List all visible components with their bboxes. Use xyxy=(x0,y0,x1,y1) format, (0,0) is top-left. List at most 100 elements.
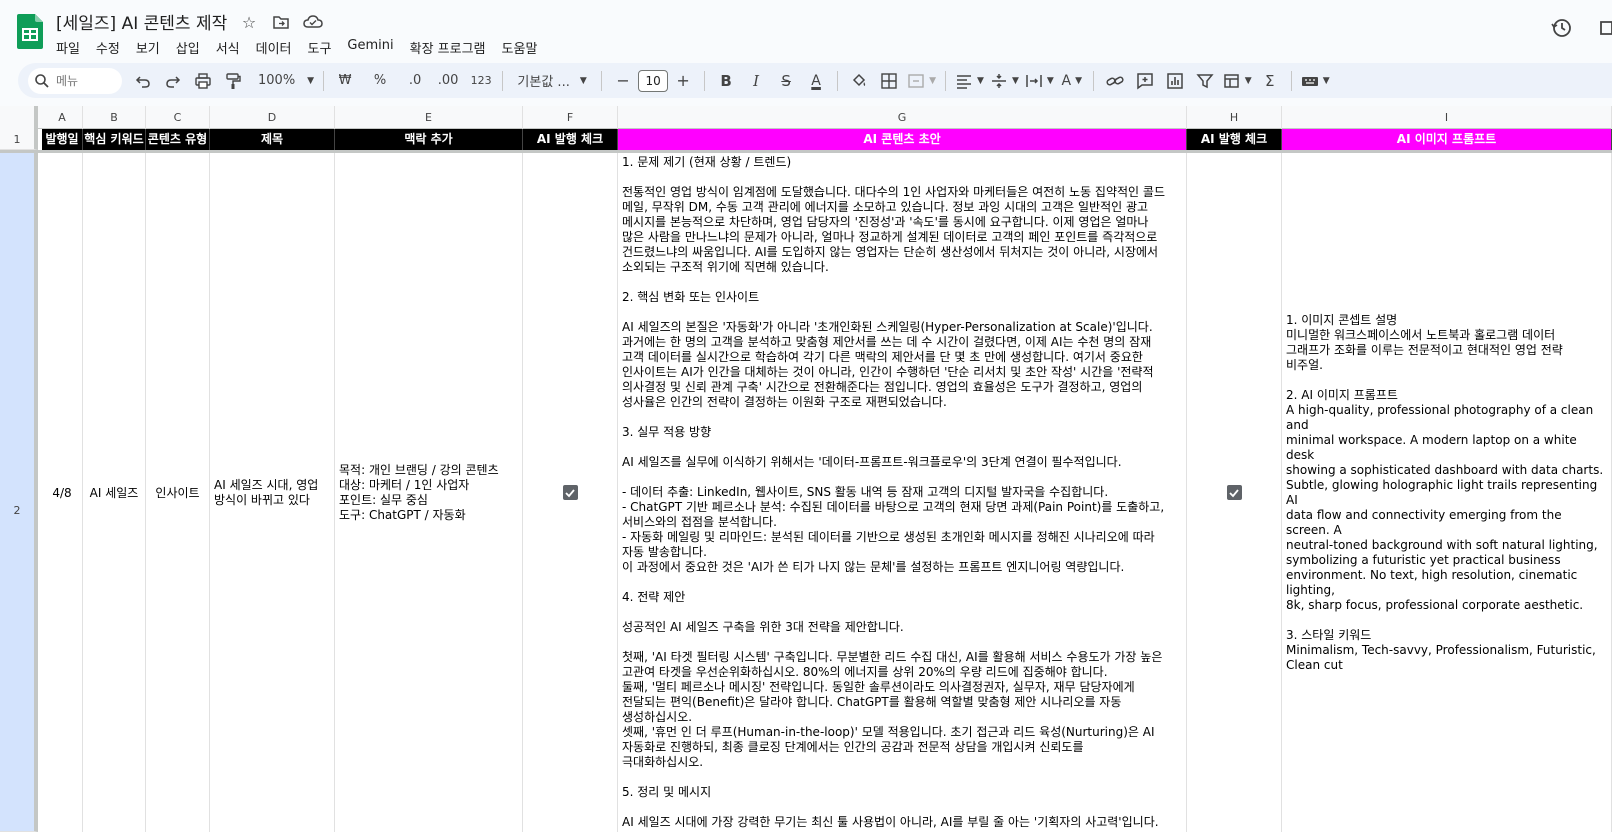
move-folder-icon[interactable] xyxy=(270,11,292,33)
cell-d2[interactable]: AI 세일즈 시대, 영업 방식이 바뀌고 있다 xyxy=(210,153,335,832)
chevron-down-icon: ▼ xyxy=(579,75,587,86)
cell-e2-value: 목적: 개인 브랜딩 / 강의 콘텐츠 대상: 마케터 / 1인 사업자 포인트… xyxy=(339,462,499,522)
font-select[interactable]: 기본값 ... ▼ xyxy=(512,68,592,94)
header-cell-image-prompt[interactable]: AI 이미지 프롬프트 xyxy=(1282,129,1612,150)
column-header-f[interactable]: F xyxy=(523,106,618,129)
menu-edit[interactable]: 수정 xyxy=(88,36,128,59)
currency-format-button[interactable]: ₩ xyxy=(333,68,357,94)
strikethrough-icon[interactable]: S xyxy=(774,68,798,94)
chevron-down-icon: ▼ xyxy=(929,75,937,86)
cell-c2[interactable]: 인사이트 xyxy=(146,153,210,832)
column-header-c[interactable]: C xyxy=(146,106,210,129)
chevron-down-icon: ▼ xyxy=(1046,75,1054,86)
menu-format[interactable]: 서식 xyxy=(208,36,248,59)
cell-a2[interactable]: 4/8 xyxy=(42,153,83,832)
menu-help[interactable]: 도움말 xyxy=(494,36,546,59)
menu-extensions[interactable]: 확장 프로그램 xyxy=(402,36,494,59)
print-icon[interactable] xyxy=(191,68,215,94)
header-cell-keyword[interactable]: 핵심 키워드 xyxy=(83,129,146,150)
document-title[interactable]: [세일즈] AI 콘텐츠 제작 xyxy=(56,9,227,34)
more-formats-button[interactable]: 123 xyxy=(469,68,493,94)
merge-cells-icon[interactable]: ▼ xyxy=(907,68,936,94)
functions-icon[interactable]: Σ xyxy=(1258,68,1282,94)
column-header-b[interactable]: B xyxy=(83,106,146,129)
insert-link-icon[interactable] xyxy=(1103,68,1127,94)
star-icon[interactable]: ☆ xyxy=(238,11,260,33)
menu-tools[interactable]: 도구 xyxy=(300,36,340,59)
bold-icon[interactable]: B xyxy=(714,68,738,94)
divider xyxy=(1092,70,1094,91)
text-wrap-icon[interactable]: ▼ xyxy=(1025,68,1054,94)
comments-icon[interactable] xyxy=(1598,16,1612,40)
menu-file[interactable]: 파일 xyxy=(48,36,88,59)
italic-icon[interactable]: I xyxy=(744,68,768,94)
column-header-h[interactable]: H xyxy=(1187,106,1282,129)
ai-check-checkbox[interactable] xyxy=(562,485,578,500)
cell-f2[interactable] xyxy=(523,153,618,832)
divider xyxy=(502,70,504,91)
decrease-decimal-button[interactable]: .0 xyxy=(403,68,427,94)
vertical-align-icon[interactable]: ▼ xyxy=(990,68,1019,94)
header-cell-context[interactable]: 맥락 추가 xyxy=(335,129,523,150)
menu-search-input[interactable] xyxy=(56,73,106,88)
checkmark-icon xyxy=(565,488,575,497)
menu-gemini[interactable]: Gemini xyxy=(339,36,401,59)
column-header-g[interactable]: G xyxy=(618,106,1187,129)
menu-view[interactable]: 보기 xyxy=(128,36,168,59)
cell-b2[interactable]: AI 세일즈 xyxy=(83,153,146,832)
filter-views-icon[interactable]: ▼ xyxy=(1223,68,1252,94)
menu-insert[interactable]: 삽입 xyxy=(168,36,208,59)
cell-e2[interactable]: 목적: 개인 브랜딩 / 강의 콘텐츠 대상: 마케터 / 1인 사업자 포인트… xyxy=(335,153,523,832)
menu-search[interactable] xyxy=(28,67,122,94)
select-all-corner[interactable] xyxy=(0,106,38,129)
divider xyxy=(945,70,947,91)
row-header-1[interactable]: 1 xyxy=(0,129,38,150)
zoom-select[interactable]: 100% ▼ xyxy=(258,68,314,94)
column-header-d[interactable]: D xyxy=(210,106,335,129)
increase-decimal-button[interactable]: .00 xyxy=(436,68,460,94)
menu-bar: 파일 수정 보기 삽입 서식 데이터 도구 Gemini 확장 프로그램 도움말 xyxy=(48,36,545,59)
filter-icon[interactable] xyxy=(1193,68,1217,94)
checkmark-icon xyxy=(1229,488,1239,497)
cell-h2[interactable] xyxy=(1187,153,1282,832)
sheets-app: [세일즈] AI 콘텐츠 제작 ☆ 파일 수정 보기 삽입 서식 데이터 도구 … xyxy=(0,0,1612,832)
input-tools-icon[interactable]: ▼ xyxy=(1301,68,1330,94)
paint-format-icon[interactable] xyxy=(221,68,245,94)
chevron-down-icon: ▼ xyxy=(977,75,984,86)
header-cell-content-type[interactable]: 콘텐츠 유형 xyxy=(146,129,210,150)
column-header-e[interactable]: E xyxy=(335,106,523,129)
borders-icon[interactable] xyxy=(877,68,901,94)
toolbar: 100% ▼ ₩ % .0 .00 123 기본값 ... ▼ − 10 + B I… xyxy=(18,63,1612,98)
zoom-value: 100% xyxy=(258,73,296,88)
ai-check-checkbox-2[interactable] xyxy=(1226,485,1242,500)
column-header-a[interactable]: A xyxy=(42,106,83,129)
redo-icon[interactable] xyxy=(161,68,185,94)
cloud-status-icon[interactable] xyxy=(302,11,324,33)
text-rotation-icon[interactable]: A ▼ xyxy=(1060,68,1084,94)
undo-icon[interactable] xyxy=(131,68,155,94)
horizontal-align-icon[interactable]: ▼ xyxy=(955,68,984,94)
sheets-logo-icon[interactable] xyxy=(17,14,43,49)
cell-i2[interactable]: 1. 이미지 콘셉트 설명 미니멀한 워크스페이스에서 노트북과 홀로그램 데이… xyxy=(1282,153,1612,832)
column-header-i[interactable]: I xyxy=(1282,106,1612,129)
percent-format-button[interactable]: % xyxy=(368,68,392,94)
header-cell-publish-date[interactable]: 발행일 xyxy=(42,129,83,150)
divider xyxy=(323,70,325,91)
fill-color-icon[interactable] xyxy=(847,68,871,94)
cell-c2-value: 인사이트 xyxy=(155,486,200,500)
font-value: 기본값 ... xyxy=(517,75,570,90)
header-cell-ai-check-2[interactable]: AI 발행 체크 xyxy=(1187,129,1282,150)
menu-data[interactable]: 데이터 xyxy=(248,36,300,59)
header-cell-title[interactable]: 제목 xyxy=(210,129,335,150)
font-size-input[interactable]: 10 xyxy=(638,69,669,92)
increase-font-size-button[interactable]: + xyxy=(671,68,695,94)
header-cell-ai-draft[interactable]: AI 콘텐츠 초안 xyxy=(618,129,1187,150)
header-cell-ai-check[interactable]: AI 발행 체크 xyxy=(523,129,618,150)
row-header-2[interactable]: 2 xyxy=(0,153,38,832)
decrease-font-size-button[interactable]: − xyxy=(611,68,635,94)
insert-comment-icon[interactable] xyxy=(1133,68,1157,94)
version-history-icon[interactable] xyxy=(1550,16,1574,40)
insert-chart-icon[interactable] xyxy=(1163,68,1187,94)
text-color-icon[interactable]: A xyxy=(804,68,828,94)
cell-g2[interactable]: 1. 문제 제기 (현재 상황 / 트렌드) 전통적인 영업 방식이 임계점에 … xyxy=(618,153,1187,832)
